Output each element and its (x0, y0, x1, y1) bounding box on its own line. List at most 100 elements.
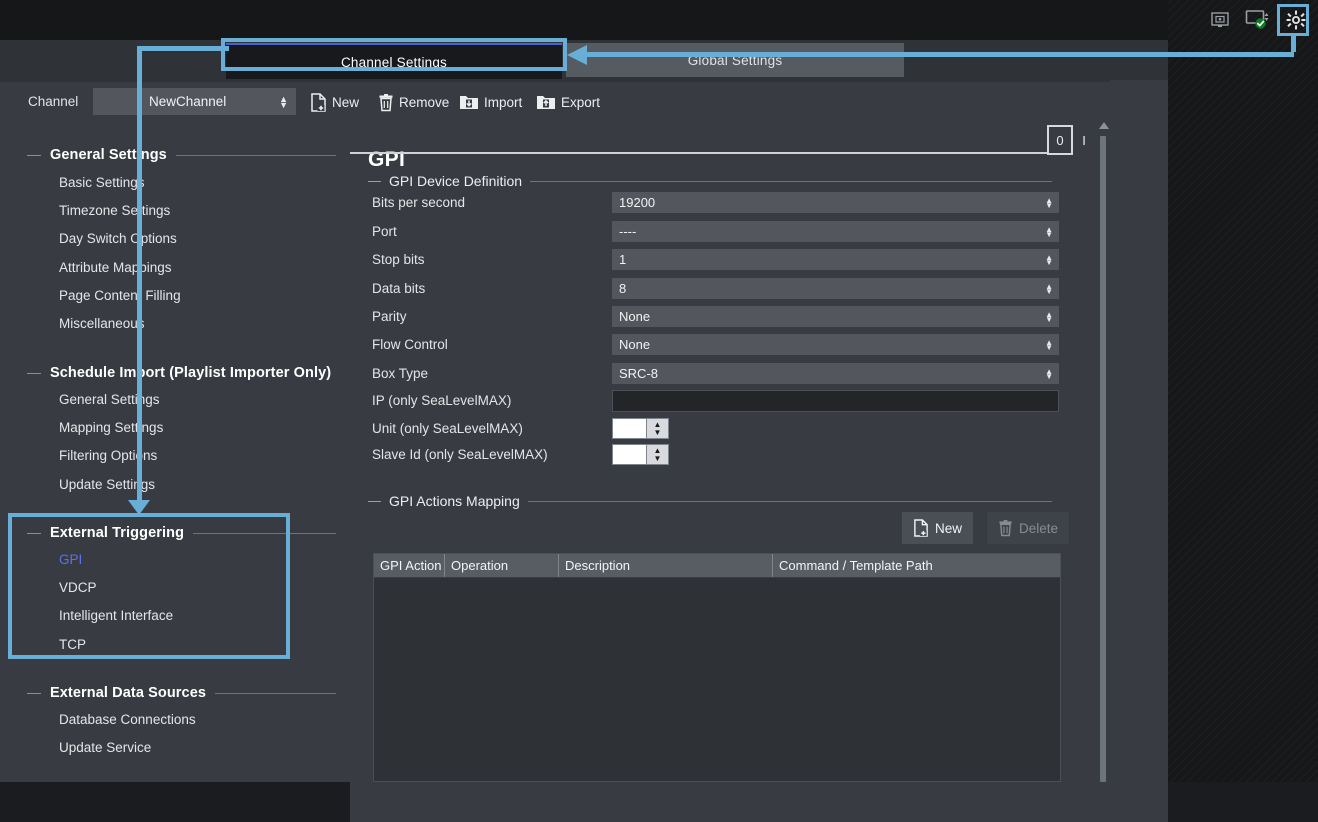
stop-bits-select[interactable]: 1 ▲ ▼ (612, 249, 1059, 270)
table-column-description[interactable]: Description (559, 554, 773, 577)
display-status-icon[interactable] (1244, 6, 1272, 34)
new-action-button[interactable]: New (902, 512, 974, 544)
vertical-scrollbar[interactable] (1096, 120, 1110, 782)
parity-value: None (619, 309, 651, 324)
stepper-arrows-icon[interactable]: ▲ ▼ (647, 444, 669, 465)
sidebar-group-general-settings: General Settings (0, 147, 350, 163)
annotation-line-gear-to-tab (586, 52, 1294, 57)
chevron-updown-icon: ▲ ▼ (1045, 224, 1053, 239)
field-flow-control: Flow Control None ▲ ▼ (350, 334, 1060, 356)
annotation-box-external-triggering (8, 513, 290, 659)
sidebar-item-update-service[interactable]: Update Service (59, 740, 151, 755)
sidebar-item-timezone-settings[interactable]: Timezone Settings (59, 203, 170, 218)
stop-bits-value: 1 (619, 252, 627, 267)
annotation-arrow-to-channel-tab (567, 45, 587, 65)
sidebar-group-label: General Settings (50, 147, 167, 163)
field-label: Flow Control (372, 337, 448, 352)
sidebar-item-day-switch-options[interactable]: Day Switch Options (59, 231, 177, 246)
scroll-up-arrow-icon[interactable] (1099, 122, 1109, 129)
tab-global-settings[interactable]: Global Settings (566, 43, 904, 77)
sidebar-item-filtering-options[interactable]: Filtering Options (59, 448, 157, 463)
ip-input[interactable] (612, 390, 1059, 412)
sidebar-item-basic-settings[interactable]: Basic Settings (59, 175, 145, 190)
field-label: Parity (372, 309, 407, 324)
group-dash (27, 692, 41, 694)
annotation-box-gear (1277, 4, 1309, 36)
data-bits-value: 8 (619, 281, 627, 296)
gpi-enable-toggle[interactable]: 0 I (1047, 125, 1095, 155)
group-rule (175, 154, 336, 156)
table-column-operation[interactable]: Operation (445, 554, 559, 577)
group-dash (27, 372, 41, 374)
sidebar-item-schedule-general-settings[interactable]: General Settings (59, 392, 160, 407)
port-value: ---- (619, 224, 637, 239)
parity-select[interactable]: None ▲ ▼ (612, 306, 1059, 327)
field-label: Data bits (372, 281, 426, 296)
group-label: GPI Device Definition (389, 173, 523, 189)
chevron-updown-icon: ▲ ▼ (1045, 309, 1053, 324)
group-rule (527, 500, 1052, 502)
sidebar-item-miscellaneous[interactable]: Miscellaneous (59, 316, 145, 331)
field-label: Stop bits (372, 252, 425, 267)
field-parity: Parity None ▲ ▼ (350, 306, 1060, 328)
slave-id-stepper[interactable]: ▲ ▼ (612, 444, 669, 465)
toggle-on-button[interactable]: I (1073, 125, 1095, 155)
table-column-command-template-path[interactable]: Command / Template Path (773, 554, 1060, 577)
group-dash (368, 180, 381, 182)
annotation-line-gear-vertical (1291, 36, 1296, 52)
remove-channel-label: Remove (399, 94, 450, 110)
chevron-updown-icon: ▲ ▼ (1045, 281, 1053, 296)
field-stop-bits: Stop bits 1 ▲ ▼ (350, 249, 1060, 271)
unit-input[interactable] (612, 418, 647, 439)
annotation-box-channel-settings-tab (221, 38, 567, 71)
table-column-gpi-action[interactable]: GPI Action (374, 554, 445, 577)
field-slave-id: Slave Id (only SeaLevelMAX) ▲ ▼ (350, 444, 1060, 466)
group-gpi-device-definition: GPI Device Definition (350, 173, 1060, 189)
scrollbar-thumb[interactable] (1100, 136, 1106, 782)
bits-per-second-value: 19200 (619, 195, 656, 210)
sidebar-group-schedule-import: Schedule Import (Playlist Importer Only) (0, 365, 350, 381)
flow-control-value: None (619, 337, 651, 352)
chevron-updown-icon: ▲ ▼ (1045, 366, 1053, 381)
remove-channel-button[interactable]: Remove (378, 90, 449, 114)
sidebar-group-label: External Data Sources (50, 685, 207, 701)
export-button[interactable]: Export (536, 90, 600, 114)
chevron-updown-icon: ▲ ▼ (1045, 337, 1053, 352)
slave-id-input[interactable] (612, 444, 647, 465)
unit-stepper[interactable]: ▲ ▼ (612, 418, 669, 439)
new-file-icon (311, 92, 326, 112)
bits-per-second-select[interactable]: 19200 ▲ ▼ (612, 192, 1059, 213)
field-label: Bits per second (372, 195, 466, 210)
panel-title-underline (350, 152, 1060, 154)
stepper-arrows-icon[interactable]: ▲ ▼ (647, 418, 669, 439)
group-label: GPI Actions Mapping (389, 493, 520, 509)
gpi-actions-table[interactable]: GPI Action Operation Description Command… (373, 553, 1061, 782)
box-type-value: SRC-8 (619, 366, 659, 381)
sidebar-item-attribute-mappings[interactable]: Attribute Mappings (59, 260, 172, 275)
channel-select[interactable]: NewChannel ▲ ▼ (93, 88, 296, 115)
export-folder-icon (537, 96, 555, 109)
chevron-updown-icon: ▲ ▼ (1045, 252, 1053, 267)
flow-control-select[interactable]: None ▲ ▼ (612, 334, 1059, 355)
port-select[interactable]: ---- ▲ ▼ (612, 221, 1059, 242)
import-button[interactable]: Import (459, 90, 522, 114)
table-header-row: GPI Action Operation Description Command… (374, 554, 1060, 578)
sidebar-item-mapping-settings[interactable]: Mapping Settings (59, 420, 163, 435)
box-type-select[interactable]: SRC-8 ▲ ▼ (612, 363, 1059, 384)
chevron-updown-icon: ▲ ▼ (1045, 195, 1053, 210)
sidebar-group-label: Schedule Import (Playlist Importer Only) (50, 365, 332, 381)
import-folder-icon (460, 96, 478, 109)
channel-label: Channel (28, 94, 79, 109)
data-bits-select[interactable]: 8 ▲ ▼ (612, 278, 1059, 299)
toggle-off-button[interactable]: 0 (1047, 125, 1073, 155)
delete-action-button: Delete (987, 512, 1070, 544)
server-monitor-icon[interactable] (1206, 6, 1234, 34)
field-label: Slave Id (only SeaLevelMAX) (372, 447, 548, 462)
sidebar-item-page-content-filling[interactable]: Page Content Filling (59, 288, 181, 303)
trash-icon (999, 520, 1012, 537)
group-rule (215, 692, 336, 694)
new-file-icon (914, 519, 928, 537)
import-label: Import (484, 94, 523, 110)
new-channel-button[interactable]: New (310, 90, 359, 114)
sidebar-item-database-connections[interactable]: Database Connections (59, 712, 196, 727)
